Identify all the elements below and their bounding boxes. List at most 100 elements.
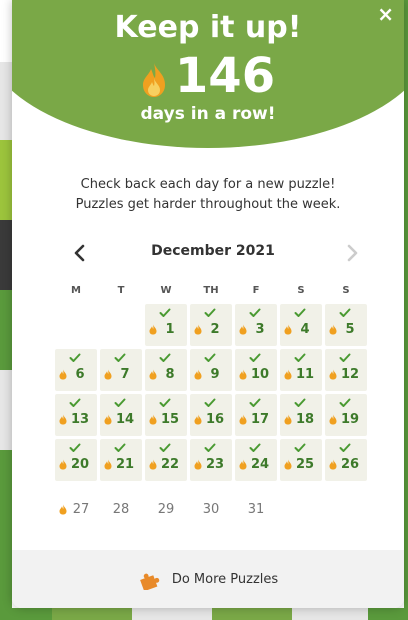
checkmark-icon <box>159 353 171 362</box>
weekday-label: M <box>71 285 81 296</box>
calendar-day-24[interactable]: 24 <box>235 439 277 481</box>
calendar-day-4[interactable]: 4 <box>280 304 322 346</box>
day-number: 11 <box>295 366 315 382</box>
calendar-day-28[interactable]: 28 <box>100 484 142 526</box>
calendar-day-25[interactable]: 25 <box>280 439 322 481</box>
calendar-day-21[interactable]: 21 <box>100 439 142 481</box>
background-panel <box>0 370 12 450</box>
day-number: 31 <box>247 501 265 517</box>
calendar-day-12[interactable]: 12 <box>325 349 367 391</box>
checkmark-icon <box>249 308 261 317</box>
flame-icon <box>149 369 157 380</box>
calendar-day-6[interactable]: 6 <box>55 349 97 391</box>
day-number: 18 <box>295 411 315 427</box>
flame-icon <box>194 414 202 425</box>
calendar-day-31[interactable]: 31 <box>235 484 277 526</box>
day-number: 9 <box>210 366 220 382</box>
calendar-day-14[interactable]: 14 <box>100 394 142 436</box>
calendar-day-10[interactable]: 10 <box>235 349 277 391</box>
flame-icon <box>329 414 337 425</box>
flame-icon <box>284 324 292 335</box>
day-number: 10 <box>250 366 270 382</box>
streak-modal: × Keep it up! 146 days in a row! Check b… <box>12 0 404 608</box>
day-number: 6 <box>75 366 85 382</box>
flame-icon <box>194 324 202 335</box>
checkmark-icon <box>159 308 171 317</box>
calendar-day-2[interactable]: 2 <box>190 304 232 346</box>
weekday-label: T <box>117 285 125 296</box>
checkmark-icon <box>204 308 216 317</box>
background-panel <box>0 450 12 620</box>
background-panel <box>0 608 408 620</box>
day-number: 26 <box>340 456 360 472</box>
checkmark-icon <box>294 353 306 362</box>
day-number: 13 <box>70 411 90 427</box>
checkmark-icon <box>69 398 81 407</box>
day-number: 4 <box>300 321 310 337</box>
calendar-empty-cell <box>55 304 97 346</box>
puzzle-piece-icon <box>139 573 160 590</box>
day-number: 19 <box>340 411 360 427</box>
day-number: 14 <box>115 411 135 427</box>
streak-count: 146 <box>174 48 276 104</box>
weekday-label: F <box>252 285 260 296</box>
do-more-puzzles-button[interactable]: Do More Puzzles <box>12 550 404 608</box>
weekday-label: S <box>342 285 350 296</box>
flame-icon <box>104 369 112 380</box>
checkmark-icon <box>294 398 306 407</box>
weekday-label: W <box>160 285 172 296</box>
calendar-day-3[interactable]: 3 <box>235 304 277 346</box>
flame-icon <box>142 63 165 97</box>
calendar-day-15[interactable]: 15 <box>145 394 187 436</box>
calendar-day-9[interactable]: 9 <box>190 349 232 391</box>
checkmark-icon <box>204 398 216 407</box>
day-number: 27 <box>72 501 90 517</box>
calendar-day-5[interactable]: 5 <box>325 304 367 346</box>
calendar-day-20[interactable]: 20 <box>55 439 97 481</box>
background-panel <box>404 0 408 620</box>
calendar-day-22[interactable]: 22 <box>145 439 187 481</box>
calendar-day-8[interactable]: 8 <box>145 349 187 391</box>
calendar-day-13[interactable]: 13 <box>55 394 97 436</box>
calendar-day-23[interactable]: 23 <box>190 439 232 481</box>
streak-caption: days in a row! <box>140 104 276 124</box>
background-panel <box>0 0 12 62</box>
calendar-day-30[interactable]: 30 <box>190 484 232 526</box>
weekday-header: M T W TH F S S <box>55 285 367 296</box>
background-panel <box>0 140 12 220</box>
checkmark-icon <box>294 443 306 452</box>
calendar-day-11[interactable]: 11 <box>280 349 322 391</box>
calendar-day-18[interactable]: 18 <box>280 394 322 436</box>
checkmark-icon <box>114 353 126 362</box>
calendar-day-27[interactable]: 27 <box>55 484 97 526</box>
calendar-day-16[interactable]: 16 <box>190 394 232 436</box>
flame-icon <box>284 459 292 470</box>
flame-icon <box>149 459 157 470</box>
flame-icon <box>59 369 67 380</box>
calendar-day-7[interactable]: 7 <box>100 349 142 391</box>
day-number: 20 <box>70 456 90 472</box>
flame-icon <box>104 459 112 470</box>
calendar-day-26[interactable]: 26 <box>325 439 367 481</box>
day-number: 1 <box>165 321 175 337</box>
calendar-day-17[interactable]: 17 <box>235 394 277 436</box>
flame-icon <box>284 369 292 380</box>
flame-icon <box>149 324 157 335</box>
checkmark-icon <box>204 443 216 452</box>
checkmark-icon <box>249 353 261 362</box>
day-number: 25 <box>295 456 315 472</box>
streak-counter: 146 <box>12 46 404 106</box>
day-number: 30 <box>202 501 220 517</box>
calendar-day-1[interactable]: 1 <box>145 304 187 346</box>
calendar-day-29[interactable]: 29 <box>145 484 187 526</box>
checkmark-icon <box>339 353 351 362</box>
weekday-label: TH <box>203 285 219 296</box>
next-month-button[interactable] <box>340 240 364 266</box>
checkmark-icon <box>249 443 261 452</box>
flame-icon <box>239 369 247 380</box>
flame-icon <box>239 414 247 425</box>
info-line: Puzzles get harder throughout the week. <box>75 197 341 212</box>
month-label: December 2021 <box>151 243 275 259</box>
calendar-day-19[interactable]: 19 <box>325 394 367 436</box>
day-number: 22 <box>160 456 180 472</box>
